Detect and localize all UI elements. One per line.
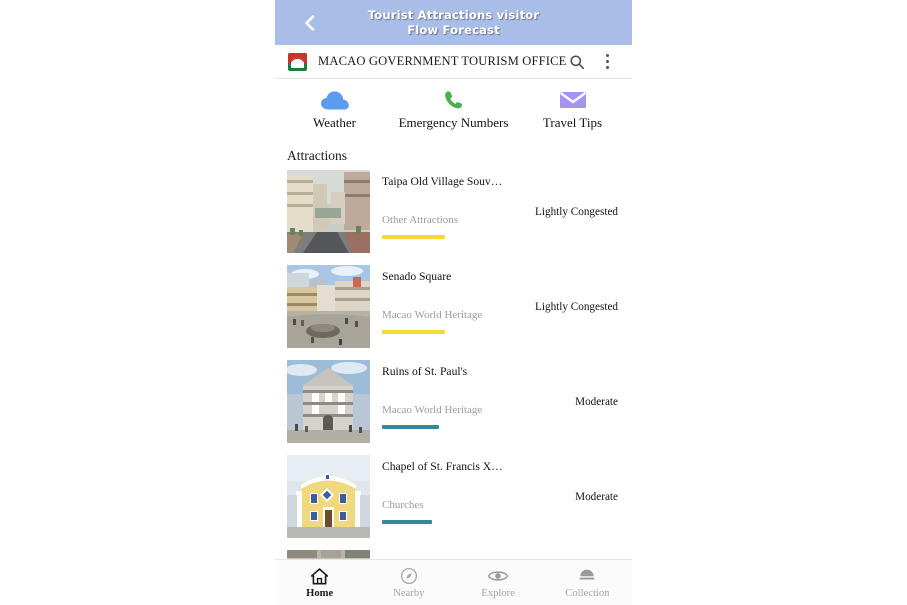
list-item[interactable]: Senado Square Macao World Heritage Light… [275, 265, 632, 348]
list-item[interactable]: Taipa Old Village Souv… Other Attraction… [275, 170, 632, 253]
attraction-name: Chapel of St. Francis X… [382, 460, 503, 473]
search-icon [569, 54, 584, 69]
nav-item-nearby[interactable]: Nearby [364, 567, 453, 599]
quick-link-travel-tips[interactable]: Travel Tips [513, 89, 632, 131]
congestion-bar [382, 330, 445, 334]
page-title-line1: Tourist Attractions visitor [367, 7, 540, 22]
phone-viewport: Tourist Attractions visitor Flow Forecas… [275, 0, 632, 605]
attraction-thumbnail [287, 265, 370, 348]
attraction-name: Senado Square [382, 270, 452, 283]
quick-link-label: Weather [313, 115, 356, 130]
nav-label: Collection [565, 587, 610, 599]
app-header: Tourist Attractions visitor Flow Forecas… [275, 0, 632, 45]
nav-item-collection[interactable]: Collection [543, 567, 632, 599]
congestion-status: Lightly Congested [535, 301, 618, 313]
envelope-icon [559, 89, 587, 111]
quick-links: Weather Emergency Numbers Travel Tips [275, 79, 632, 139]
attraction-info: Ruins of St. Paul's Macao World Heritage… [370, 360, 622, 443]
congestion-status: Moderate [575, 491, 618, 503]
bottom-navigation: Home Nearby Explore Collection [275, 559, 632, 605]
overflow-menu-button[interactable] [599, 53, 616, 70]
nav-label: Home [306, 587, 334, 599]
list-item[interactable]: Chapel of St. Francis X… Churches Modera… [275, 455, 632, 538]
attraction-thumbnail [287, 455, 370, 538]
brand-bar-actions [568, 53, 616, 70]
page-title: Tourist Attractions visitor Flow Forecas… [368, 8, 540, 38]
brand-bar: MACAO GOVERNMENT TOURISM OFFICE [275, 45, 632, 79]
nav-item-explore[interactable]: Explore [454, 567, 543, 599]
nav-label: Explore [481, 587, 515, 599]
kebab-menu-icon [606, 54, 610, 69]
congestion-status: Moderate [575, 396, 618, 408]
list-item[interactable]: Ruins of St. Paul's Macao World Heritage… [275, 360, 632, 443]
cloud-icon [320, 89, 350, 111]
quick-link-emergency-numbers[interactable]: Emergency Numbers [394, 89, 513, 131]
attraction-name: Taipa Old Village Souv… [382, 175, 503, 188]
attraction-info: Taipa Old Village Souv… Other Attraction… [370, 170, 622, 253]
phone-icon [443, 89, 465, 111]
chevron-left-icon [305, 14, 315, 31]
search-button[interactable] [568, 53, 585, 70]
compass-icon [400, 567, 418, 586]
eye-icon [487, 567, 509, 586]
mgto-logo-icon [288, 52, 307, 71]
section-title-attractions: Attractions [287, 148, 347, 163]
nav-label: Nearby [393, 587, 425, 599]
quick-link-label: Travel Tips [542, 115, 603, 130]
congestion-bar [382, 520, 432, 524]
attraction-thumbnail [287, 170, 370, 253]
page-title-line2: Flow Forecast [407, 22, 500, 37]
screenshot-root: Tourist Attractions visitor Flow Forecas… [0, 0, 907, 605]
home-icon [310, 567, 329, 586]
nav-item-home[interactable]: Home [275, 567, 364, 599]
quick-link-weather[interactable]: Weather [275, 89, 394, 131]
attraction-name: Ruins of St. Paul's [382, 365, 468, 378]
congestion-bar [382, 235, 445, 239]
brand-title: MACAO GOVERNMENT TOURISM OFFICE [318, 54, 567, 68]
back-button[interactable] [299, 12, 321, 34]
congestion-bar [382, 425, 439, 429]
bookmark-collection-icon [577, 567, 597, 586]
attraction-info: Chapel of St. Francis X… Churches Modera… [370, 455, 622, 538]
attraction-thumbnail [287, 360, 370, 443]
attraction-info: Senado Square Macao World Heritage Light… [370, 265, 622, 348]
attractions-list: Taipa Old Village Souv… Other Attraction… [275, 170, 632, 560]
congestion-status: Lightly Congested [535, 206, 618, 218]
quick-link-label: Emergency Numbers [398, 115, 509, 130]
